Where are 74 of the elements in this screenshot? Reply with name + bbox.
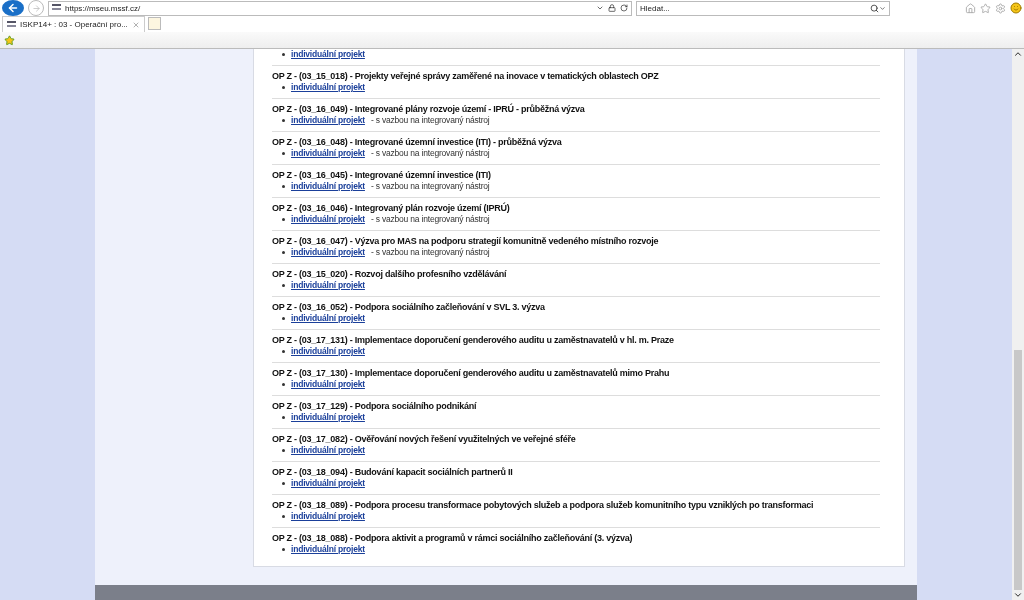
bullet-icon <box>282 218 285 221</box>
note-text: - s vazbou na integrovaný nástroj <box>370 214 490 225</box>
bullet-icon <box>282 251 285 254</box>
dropdown-icon[interactable] <box>596 4 604 12</box>
scrollbar[interactable] <box>1012 49 1024 600</box>
bullet-icon <box>282 284 285 287</box>
project-link[interactable]: individuální projekt <box>291 478 365 489</box>
project-link[interactable]: individuální projekt <box>291 49 365 60</box>
project-link[interactable]: individuální projekt <box>291 115 365 126</box>
call-title: OP Z - (03_17_129) - Podpora sociálního podnikání <box>272 400 478 412</box>
call-title: OP Z - (03_17_130) - Implementace doporučení genderového auditu u zaměstnavatelů mimo Prahu <box>272 367 671 379</box>
project-link[interactable]: individuální projekt <box>291 544 365 555</box>
back-button[interactable] <box>2 0 24 16</box>
dropdown-icon[interactable] <box>879 4 886 12</box>
bullet-icon <box>282 185 285 188</box>
refresh-icon[interactable] <box>620 4 628 12</box>
project-link[interactable]: individuální projekt <box>291 346 365 357</box>
search-field[interactable]: Hledat... <box>636 0 890 16</box>
search-icon[interactable] <box>870 3 879 13</box>
call-title: OP Z - (03_16_045) - Integrované územní investice (ITI) <box>272 169 492 181</box>
project-link[interactable]: individuální projekt <box>291 214 365 225</box>
lock-icon[interactable] <box>608 4 616 12</box>
project-link[interactable]: individuální projekt <box>291 148 365 159</box>
call-title: OP Z - (03_18_088) - Podpora aktivit a programů v rámci sociálního začleňování (3. výzva) <box>272 532 634 544</box>
bullet-icon <box>282 548 285 551</box>
bullet-icon <box>282 86 285 89</box>
scroll-down-icon[interactable] <box>1013 590 1023 600</box>
project-link[interactable]: individuální projekt <box>291 511 365 522</box>
bullet-icon <box>282 482 285 485</box>
project-link[interactable]: individuální projekt <box>291 379 365 390</box>
call-title: OP Z - (03_18_094) - Budování kapacit sociálních partnerů II <box>272 466 514 478</box>
bullet-icon <box>282 515 285 518</box>
note-text: - s vazbou na integrovaný nástroj <box>370 247 490 258</box>
bullet-icon <box>282 449 285 452</box>
settings-icon[interactable] <box>995 2 1006 14</box>
bullet-icon <box>282 119 285 122</box>
call-title: OP Z - (03_16_049) - Integrované plány rozvoje území - IPRÚ - průběžná výzva <box>272 103 586 115</box>
call-title: OP Z - (03_16_048) - Integrované územní investice (ITI) - průběžná výzva <box>272 136 563 148</box>
site-icon <box>52 4 61 12</box>
call-title: OP Z - (03_16_047) - Výzva pro MAS na podporu strategií komunitně vedeného místního rozvoje <box>272 235 660 247</box>
call-title: OP Z - (03_17_131) - Implementace doporučení genderového auditu u zaměstnavatelů v hl. m. Praze <box>272 334 675 346</box>
scroll-up-icon[interactable] <box>1013 49 1023 59</box>
call-title: OP Z - (03_16_046) - Integrovaný plán rozvoje území (IPRÚ) <box>272 202 511 214</box>
url-text: https://mseu.mssf.cz/ <box>65 3 141 13</box>
bullet-icon <box>282 416 285 419</box>
call-title: OP Z - (03_17_082) - Ověřování nových řešení využitelných ve veřejné sféře <box>272 433 577 445</box>
browser-tab[interactable]: ISKP14+ : 03 - Operační pro... <box>2 16 145 32</box>
star-icon[interactable] <box>980 2 991 14</box>
call-title: OP Z - (03_18_089) - Podpora procesu transformace pobytových služeb a podpora služeb komunitního typu vzniklých po transformaci <box>272 499 815 511</box>
project-link[interactable]: individuální projekt <box>291 313 365 324</box>
new-tab-button[interactable] <box>147 17 161 30</box>
project-link[interactable]: individuální projekt <box>291 445 365 456</box>
project-link[interactable]: individuální projekt <box>291 412 365 423</box>
close-icon[interactable] <box>131 20 140 29</box>
address-field[interactable]: https://mseu.mssf.cz/ <box>48 0 632 16</box>
bullet-icon <box>282 317 285 320</box>
note-text: - s vazbou na integrovaný nástroj <box>370 181 490 192</box>
call-title: OP Z - (03_15_020) - Rozvoj dalšího profesního vzdělávání <box>272 268 508 280</box>
favorites-star-icon[interactable] <box>4 34 15 46</box>
bullet-icon <box>282 152 285 155</box>
note-text: - s vazbou na integrovaný nástroj <box>370 148 490 159</box>
bullet-icon <box>282 53 285 56</box>
smiley-icon[interactable] <box>1010 2 1022 14</box>
project-link[interactable]: individuální projekt <box>291 82 365 93</box>
bullet-icon <box>282 383 285 386</box>
home-icon[interactable] <box>965 2 976 14</box>
call-title: OP Z - (03_15_018) - Projekty veřejné správy zaměřené na inovace v tematických oblastech OPZ <box>272 70 660 82</box>
project-link[interactable]: individuální projekt <box>291 247 365 258</box>
bullet-icon <box>282 350 285 353</box>
project-link[interactable]: individuální projekt <box>291 280 365 291</box>
note-text: - s vazbou na integrovaný nástroj <box>370 115 490 126</box>
call-title: OP Z - (03_16_052) - Podpora sociálního začleňování v SVL 3. výzva <box>272 301 546 313</box>
back-arrow-icon[interactable] <box>7 2 19 14</box>
project-link[interactable]: individuální projekt <box>291 181 365 192</box>
